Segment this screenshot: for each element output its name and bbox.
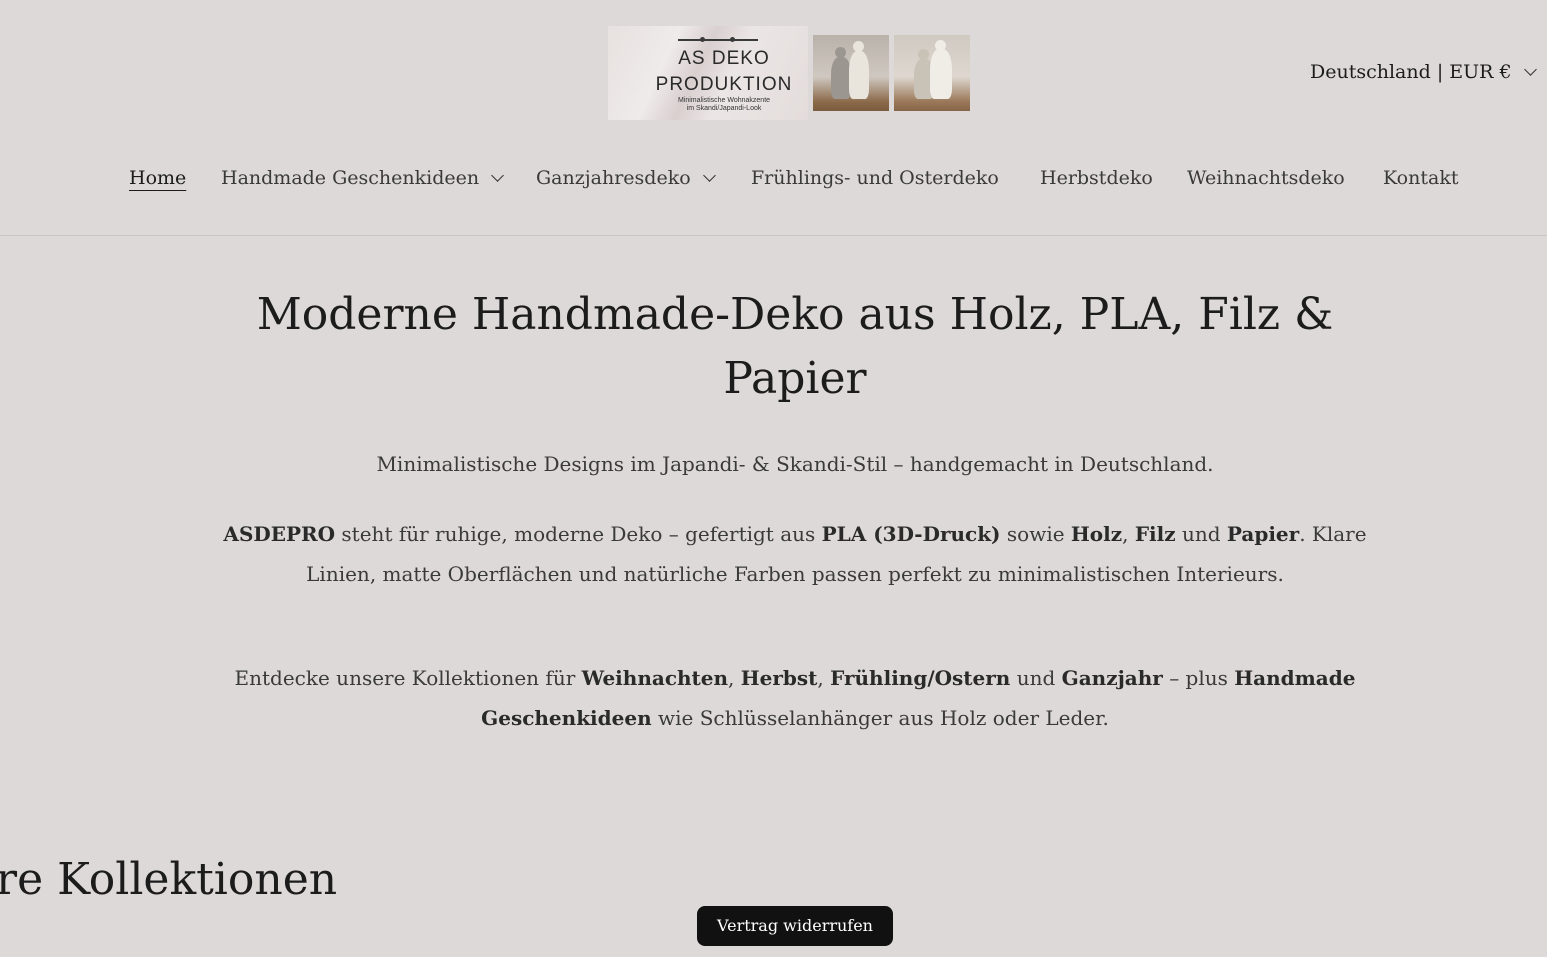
country-currency-selector[interactable]: Deutschland | EUR € — [1310, 58, 1537, 86]
nav-item-fruehlings-osterdeko[interactable]: Frühlings- und Osterdeko — [751, 160, 999, 196]
hero-subtitle: Minimalistische Designs im Japandi- & Sk… — [376, 452, 1214, 476]
nav-item-ganzjahresdeko[interactable]: Ganzjahresdeko — [536, 160, 716, 196]
logo-photo-figurines-1 — [813, 35, 889, 111]
nav-item-label: Frühlings- und Osterdeko — [751, 167, 999, 189]
collections-section-title: ere Kollektionen — [0, 854, 338, 905]
material-holz: Holz — [1070, 522, 1123, 546]
logo-ornament — [678, 37, 758, 42]
nav-item-home[interactable]: Home — [129, 160, 186, 196]
intro-text-part: , — [1122, 522, 1135, 546]
logo-text-card: AS DEKO PRODUKTION Minimalistische Wohna… — [608, 26, 808, 120]
collections-text-part: – plus — [1162, 666, 1235, 690]
logo-photo-figurines-2 — [894, 35, 970, 111]
logo-tagline-line1: Minimalistische Wohnakzente — [677, 97, 771, 104]
hero-collections-text: Entdecke unsere Kollektionen für Weihnac… — [215, 658, 1375, 738]
chevron-down-icon — [1523, 62, 1537, 76]
hero-intro-text: ASDEPRO steht für ruhige, moderne Deko –… — [215, 514, 1375, 594]
material-papier: Papier — [1226, 522, 1300, 546]
collections-text-part: , — [728, 666, 741, 690]
nav-item-kontakt[interactable]: Kontakt — [1383, 160, 1458, 196]
site-logo[interactable]: AS DEKO PRODUKTION Minimalistische Wohna… — [608, 26, 970, 120]
intro-text-part: steht für ruhige, moderne Deko – geferti… — [335, 522, 822, 546]
collection-ganzjahr: Ganzjahr — [1061, 666, 1163, 690]
main-navigation: Home Handmade Geschenkideen Ganzjahresde… — [0, 160, 1547, 196]
nav-item-handmade-geschenkideen[interactable]: Handmade Geschenkideen — [221, 160, 504, 196]
nav-item-weihnachtsdeko[interactable]: Weihnachtsdeko — [1187, 160, 1345, 196]
nav-item-label: Handmade Geschenkideen — [221, 167, 480, 189]
nav-item-label: Herbstdeko — [1040, 167, 1153, 189]
nav-item-label: Ganzjahresdeko — [536, 167, 691, 189]
site-header: AS DEKO PRODUKTION Minimalistische Wohna… — [0, 0, 1547, 236]
nav-item-herbstdeko[interactable]: Herbstdeko — [1040, 160, 1153, 196]
collections-text-part: und — [1010, 666, 1062, 690]
brand-name: ASDEPRO — [223, 522, 336, 546]
intro-text-part: und — [1175, 522, 1227, 546]
material-pla: PLA (3D-Druck) — [821, 522, 1001, 546]
nav-item-label: Home — [129, 167, 187, 189]
chevron-down-icon — [702, 168, 716, 182]
revoke-contract-button[interactable]: Vertrag widerrufen — [697, 906, 893, 946]
nav-item-label: Kontakt — [1383, 167, 1459, 189]
collections-text-part: Entdecke unsere Kollektionen für — [234, 666, 582, 690]
logo-tagline-line2: im Skandi/Japandi-Look — [686, 105, 762, 112]
hero-title: Moderne Handmade-Deko aus Holz, PLA, Fil… — [256, 289, 1334, 404]
collections-text-part: , — [817, 666, 831, 690]
chevron-down-icon — [491, 168, 504, 182]
nav-item-label: Weihnachtsdeko — [1187, 167, 1345, 189]
collection-herbst: Herbst — [740, 666, 818, 690]
logo-title-line1: AS DEKO — [678, 48, 770, 69]
collection-fruehling-ostern: Frühling/Ostern — [830, 666, 1011, 690]
logo-title-line2: PRODUKTION — [655, 74, 793, 95]
collection-weihnachten: Weihnachten — [581, 666, 729, 690]
collections-text-part: wie Schlüsselanhänger aus Holz oder Lede… — [651, 706, 1109, 730]
country-currency-label: Deutschland | EUR € — [1310, 61, 1512, 83]
material-filz: Filz — [1134, 522, 1176, 546]
intro-text-part: sowie — [1000, 522, 1071, 546]
